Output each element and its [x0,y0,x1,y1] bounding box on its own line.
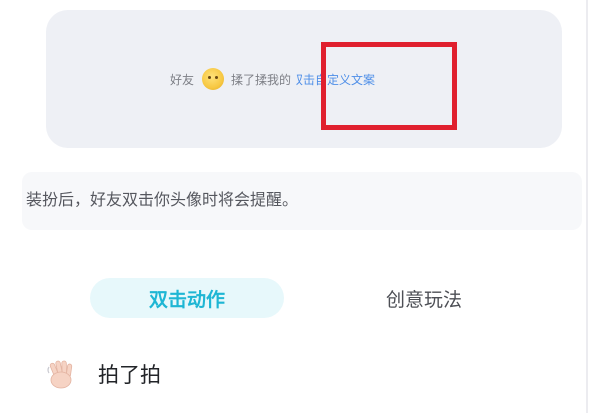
right-edge-divider [586,0,588,413]
friend-avatar-icon [202,68,225,90]
preview-action-text: 揉了揉我的 [231,72,292,87]
tab-double-tap-action[interactable]: 双击动作 [90,278,284,318]
preview-friend-label: 好友 [170,72,195,87]
action-item-pat[interactable]: 拍了拍 [46,356,161,392]
hint-text: 装扮后，好友双击你头像时将会提醒。 [26,190,299,209]
action-item-label: 拍了拍 [98,363,161,387]
waving-hand-icon [46,358,78,390]
highlight-annotation-box [321,42,457,130]
tab-creative-play[interactable]: 创意玩法 [344,278,504,318]
preview-partial-char: 双 [291,72,304,87]
